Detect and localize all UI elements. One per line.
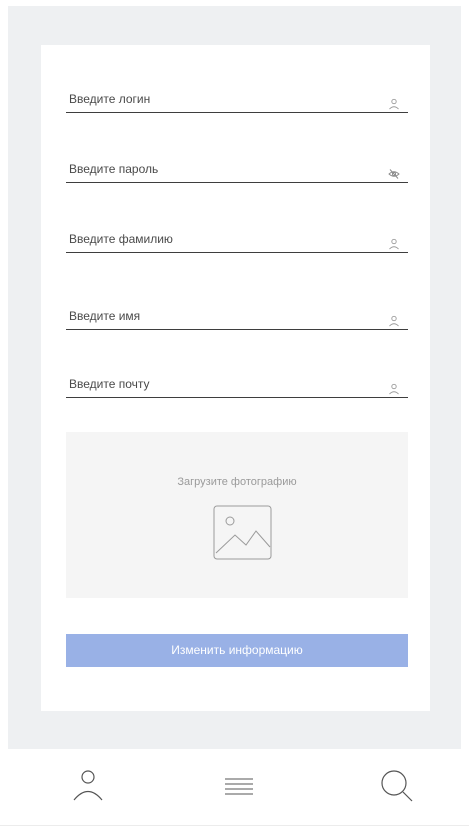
menu-icon[interactable] bbox=[219, 765, 259, 805]
image-icon bbox=[213, 505, 272, 560]
user-icon bbox=[389, 383, 399, 395]
password-field[interactable]: Введите пароль bbox=[66, 162, 408, 183]
user-icon bbox=[389, 98, 399, 110]
login-field[interactable]: Введите логин bbox=[66, 92, 408, 113]
profile-icon[interactable] bbox=[68, 765, 108, 805]
search-icon[interactable] bbox=[376, 765, 416, 805]
bottom-navigation bbox=[0, 749, 469, 825]
firstname-field-placeholder: Введите имя bbox=[69, 309, 141, 323]
email-field[interactable]: Введите почту bbox=[66, 377, 408, 398]
user-icon bbox=[389, 315, 399, 327]
update-info-button[interactable]: Изменить информацию bbox=[66, 634, 408, 667]
email-field-placeholder: Введите почту bbox=[69, 377, 150, 391]
password-field-placeholder: Введите пароль bbox=[69, 162, 159, 176]
login-field-placeholder: Введите логин bbox=[69, 92, 151, 106]
bottom-divider bbox=[0, 825, 469, 826]
user-icon bbox=[389, 238, 399, 250]
photo-upload-label: Загрузите фотографию bbox=[177, 476, 297, 488]
firstname-field[interactable]: Введите имя bbox=[66, 309, 408, 330]
eye-off-icon[interactable] bbox=[388, 168, 400, 180]
photo-upload-area[interactable]: Загрузите фотографию bbox=[66, 432, 408, 598]
surname-field-placeholder: Введите фамилию bbox=[69, 232, 173, 246]
surname-field[interactable]: Введите фамилию bbox=[66, 232, 408, 253]
